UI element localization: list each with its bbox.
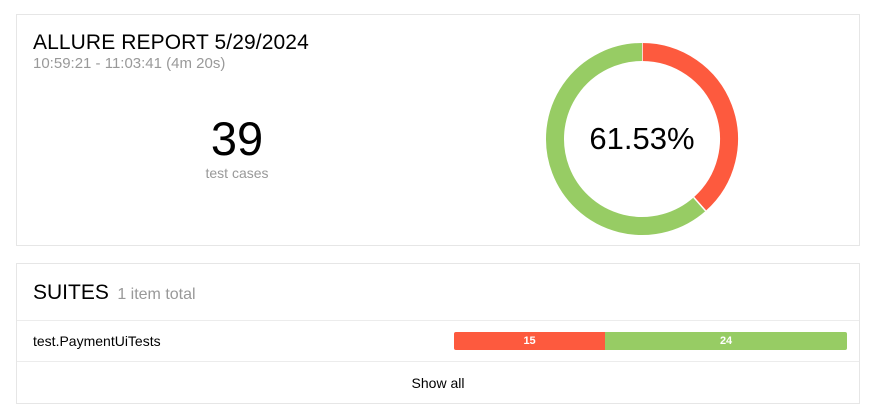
suites-item-count: 1 item total — [117, 286, 196, 303]
suites-card: SUITES 1 item total test.PaymentUiTests … — [16, 263, 860, 404]
show-all-button[interactable]: Show all — [17, 362, 859, 404]
table-row[interactable]: test.PaymentUiTests 15 24 — [17, 321, 859, 361]
bar-segment-passed[interactable]: 24 — [605, 332, 847, 350]
suites-title: SUITES — [33, 281, 109, 304]
summary-card: ALLURE REPORT 5/29/2024 10:59:21 - 11:03… — [16, 14, 860, 246]
suite-name[interactable]: test.PaymentUiTests — [33, 333, 161, 349]
report-title: ALLURE REPORT 5/29/2024 — [33, 31, 309, 54]
suite-status-bar[interactable]: 15 24 — [454, 332, 847, 350]
report-time-range: 10:59:21 - 11:03:41 (4m 20s) — [33, 55, 226, 72]
test-cases-label: test cases — [205, 165, 269, 181]
suites-header: SUITES 1 item total — [33, 281, 196, 305]
bar-segment-failed[interactable]: 15 — [454, 332, 606, 350]
test-cases-count: 39 — [210, 112, 264, 165]
success-rate-label: 61.53% — [589, 121, 695, 156]
